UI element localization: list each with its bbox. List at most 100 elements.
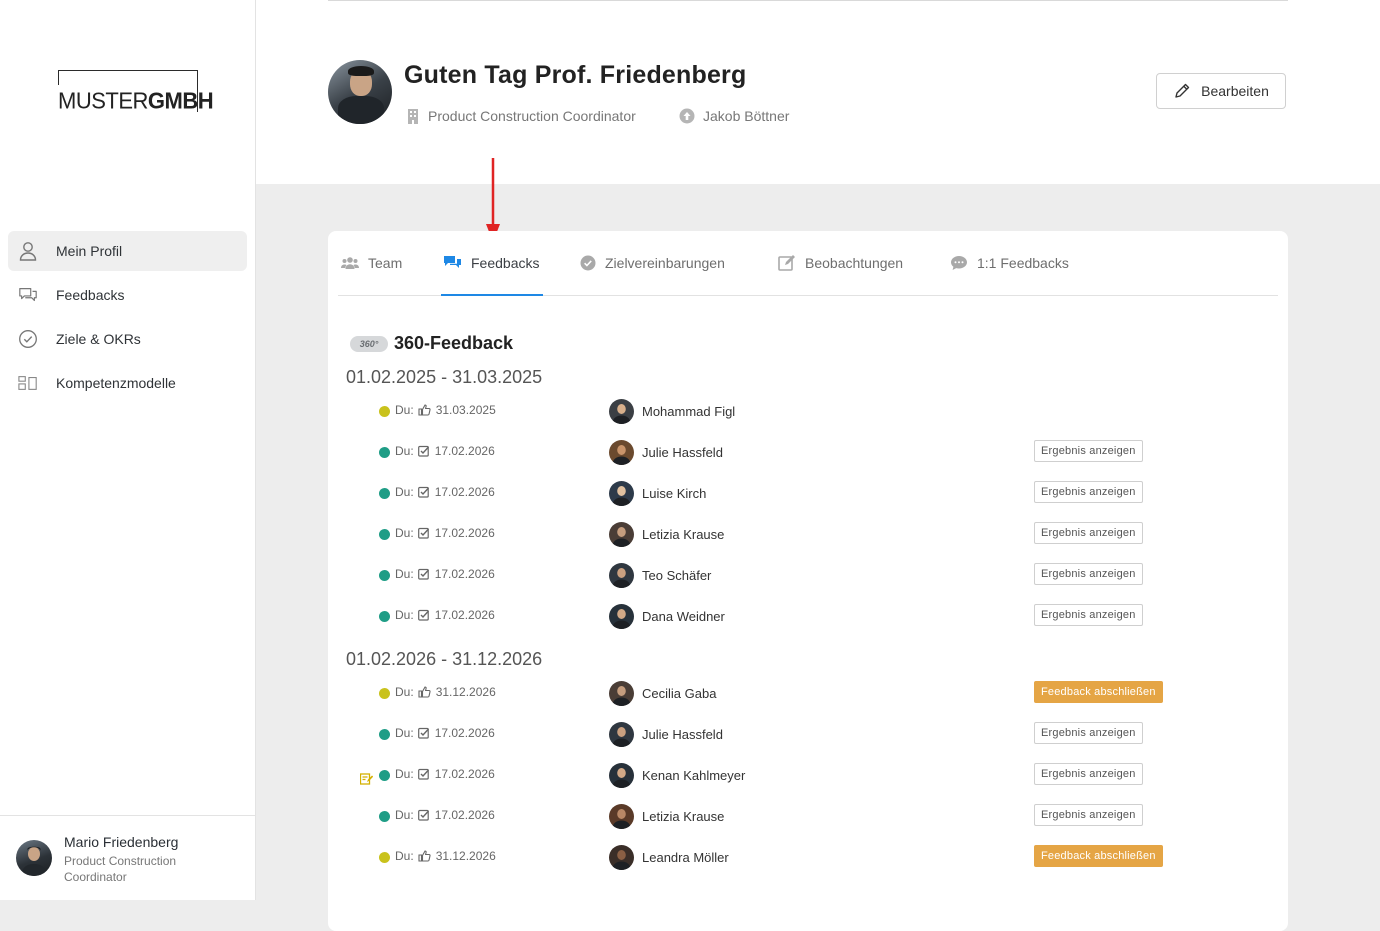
- status-dot: [379, 729, 390, 740]
- checkbox-icon: [417, 727, 430, 739]
- status-dot: [379, 529, 390, 540]
- status-dot: [379, 770, 390, 781]
- person-name: Kenan Kahlmeyer: [642, 768, 746, 783]
- checkbox-icon: [417, 609, 430, 621]
- person-avatar: [609, 763, 634, 788]
- show-result-button[interactable]: Ergebnis anzeigen: [1034, 763, 1143, 785]
- show-result-button[interactable]: Ergebnis anzeigen: [1034, 563, 1143, 585]
- check-circle-icon: [580, 255, 596, 271]
- nav-item-mein-profil[interactable]: Mein Profil: [8, 231, 247, 271]
- status-dot: [379, 447, 390, 458]
- pencil-icon: [1173, 82, 1191, 100]
- status-dot: [379, 611, 390, 622]
- arrow-up-circle-icon: [679, 108, 695, 124]
- feedback-bubbles-icon: [443, 255, 462, 271]
- sidebar: MUSTERGMBH Mein Profil Feedbacks Ziele &…: [0, 0, 256, 900]
- feedback-row: Du: 17.02.2026 Julie Hassfeld Ergebnis anze…: [328, 436, 1288, 477]
- nav-label: Ziele & OKRs: [56, 331, 141, 347]
- show-result-button[interactable]: Ergebnis anzeigen: [1034, 481, 1143, 503]
- checkbox-icon: [417, 568, 430, 580]
- status-dot: [379, 811, 390, 822]
- user-name: Mario Friedenberg: [64, 834, 179, 850]
- team-icon: [341, 256, 359, 270]
- feedback-row: Du: 17.02.2026 Julie Hassfeld Ergebnis anze…: [328, 718, 1288, 759]
- feedback-row: Du: 17.02.2026 Luise Kirch Ergebnis anzeige…: [328, 477, 1288, 518]
- person-name: Cecilia Gaba: [642, 686, 717, 701]
- tab-1-1-feedbacks[interactable]: 1:1 Feedbacks: [950, 231, 1069, 295]
- content-card: Team Feedbacks Zielvereinbarungen Beobac…: [328, 231, 1288, 931]
- person-name: Julie Hassfeld: [642, 445, 723, 460]
- finish-feedback-button[interactable]: Feedback abschließen: [1034, 681, 1163, 703]
- edit-profile-button[interactable]: Bearbeiten: [1156, 73, 1286, 109]
- feedback-row: Du: 17.02.2026 Teo Schäfer Ergebnis anzeige…: [328, 559, 1288, 600]
- nav-item-ziele-okrs[interactable]: Ziele & OKRs: [8, 319, 247, 359]
- checkbox-icon: [417, 768, 430, 780]
- person-avatar: [609, 681, 634, 706]
- period-label: 01.02.2026 - 31.12.2026: [346, 649, 543, 669]
- building-icon: [406, 108, 420, 124]
- feedback-row: Du: 17.02.2026 Dana Weidner Ergebnis anzeig…: [328, 600, 1288, 641]
- page-title: Guten Tag Prof. Friedenberg: [404, 61, 747, 89]
- person-name: Luise Kirch: [642, 486, 707, 501]
- tab-bar: Team Feedbacks Zielvereinbarungen Beobac…: [338, 231, 1278, 296]
- current-user[interactable]: Mario Friedenberg Product Construction C…: [0, 815, 255, 901]
- 360-badge-icon: 360°: [350, 335, 388, 352]
- show-result-button[interactable]: Ergebnis anzeigen: [1034, 604, 1143, 626]
- user-avatar: [16, 840, 52, 876]
- tab-beobachtungen[interactable]: Beobachtungen: [778, 231, 903, 295]
- show-result-button[interactable]: Ergebnis anzeigen: [1034, 522, 1143, 544]
- show-result-button[interactable]: Ergebnis anzeigen: [1034, 722, 1143, 744]
- person-avatar: [609, 845, 634, 870]
- tab-team[interactable]: Team: [341, 231, 402, 295]
- due-info: Du: 17.02.2026: [395, 526, 495, 540]
- user-role: Product Construction Coordinator: [64, 854, 177, 884]
- person-avatar: [609, 522, 634, 547]
- logo-text: MUSTERGMBH: [58, 87, 214, 114]
- due-info: Du: 17.02.2026: [395, 808, 495, 822]
- person-avatar: [609, 563, 634, 588]
- chat-dots-icon: [950, 255, 968, 271]
- checkbox-icon: [417, 809, 430, 821]
- profile-manager: Jakob Böttner: [679, 108, 789, 124]
- nav-item-kompetenzmodelle[interactable]: Kompetenzmodelle: [8, 363, 247, 403]
- status-dot: [379, 488, 390, 499]
- user-icon: [18, 241, 38, 261]
- show-result-button[interactable]: Ergebnis anzeigen: [1034, 440, 1143, 462]
- feedback-row: Du: 17.02.2026 Kenan Kahlmeyer Ergebnis anz…: [328, 759, 1288, 800]
- nav-label: Mein Profil: [56, 243, 123, 259]
- finish-feedback-button[interactable]: Feedback abschließen: [1034, 845, 1163, 867]
- person-avatar: [609, 481, 634, 506]
- person-avatar: [609, 399, 634, 424]
- person-name: Teo Schäfer: [642, 568, 712, 583]
- tab-feedbacks[interactable]: Feedbacks: [440, 231, 544, 296]
- status-dot: [379, 852, 390, 863]
- show-result-button[interactable]: Ergebnis anzeigen: [1034, 804, 1143, 826]
- feedback-row: Du: 31.03.2025 Mohammad Figl: [328, 395, 1288, 436]
- due-info: Du: 17.02.2026: [395, 608, 495, 622]
- person-avatar: [609, 722, 634, 747]
- company-logo[interactable]: MUSTERGMBH: [58, 70, 214, 112]
- chat-bubbles-icon: [18, 285, 38, 305]
- period-label: 01.02.2025 - 31.03.2025: [346, 367, 543, 387]
- tab-zielvereinbarungen[interactable]: Zielvereinbarungen: [580, 231, 725, 295]
- note-icon: [360, 773, 373, 785]
- person-name: Dana Weidner: [642, 609, 725, 624]
- pointing-hand-icon: [418, 404, 431, 416]
- checkbox-icon: [417, 445, 430, 457]
- due-info: Du: 31.03.2025: [395, 403, 496, 417]
- feedback-row: Du: 31.12.2026 Leandra Möller Feedback absc…: [328, 841, 1288, 882]
- nav-label: Kompetenzmodelle: [56, 375, 176, 391]
- profile-avatar: [328, 60, 392, 124]
- person-name: Letizia Krause: [642, 809, 725, 824]
- due-info: Du: 17.02.2026: [395, 726, 495, 740]
- nav-item-feedbacks[interactable]: Feedbacks: [8, 275, 247, 315]
- pointing-hand-icon: [418, 850, 431, 862]
- status-dot: [379, 688, 390, 699]
- feedback-row: Du: 17.02.2026 Letizia Krause Ergebnis anze…: [328, 800, 1288, 841]
- pointing-hand-icon: [418, 686, 431, 698]
- section-title: 360° 360-Feedback: [350, 333, 513, 354]
- due-info: Du: 31.12.2026: [395, 849, 496, 863]
- checkbox-icon: [417, 527, 430, 539]
- blocks-icon: [18, 373, 38, 393]
- profile-header: Guten Tag Prof. Friedenberg Product Cons…: [256, 0, 1380, 184]
